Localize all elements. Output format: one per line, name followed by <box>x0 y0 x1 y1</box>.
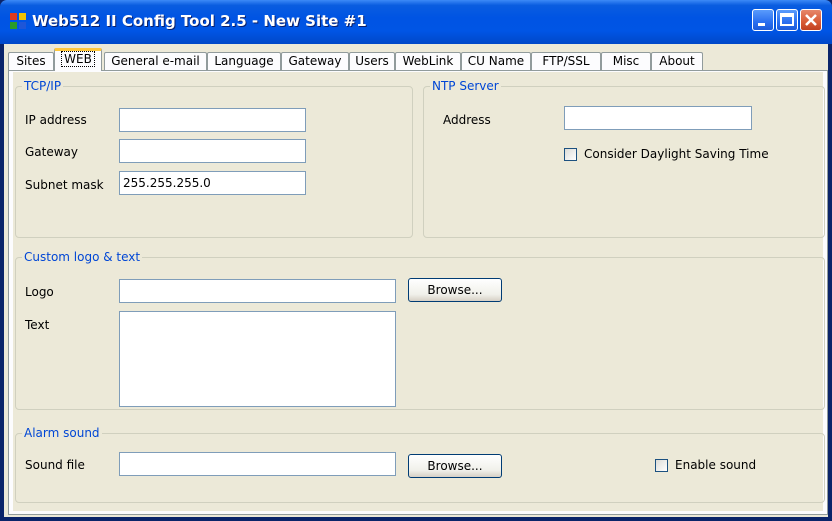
dst-label[interactable]: Consider Daylight Saving Time <box>584 147 769 161</box>
custom-text-area[interactable] <box>119 311 396 407</box>
tab-web-label: WEB <box>61 51 95 67</box>
tab-misc[interactable]: Misc <box>601 52 651 70</box>
tab-panel-web: TCP/IP IP address Gateway Subnet mask 25… <box>8 70 828 515</box>
sound-file-label: Sound file <box>25 458 85 472</box>
ntp-address-input[interactable] <box>564 106 752 130</box>
logo-label: Logo <box>25 285 54 299</box>
tab-web[interactable]: WEB <box>54 48 102 71</box>
close-button[interactable] <box>800 9 822 31</box>
tcpip-group-title: TCP/IP <box>22 79 64 93</box>
tab-cu-name[interactable]: CU Name <box>461 52 531 70</box>
custom-logo-group-title: Custom logo & text <box>22 250 143 264</box>
tab-language[interactable]: Language <box>207 52 281 70</box>
ip-address-input[interactable] <box>119 108 306 132</box>
app-window: Web512 II Config Tool 2.5 - New Site #1 … <box>0 0 832 521</box>
tab-gateway[interactable]: Gateway <box>281 52 349 70</box>
minimize-button[interactable] <box>752 9 774 31</box>
maximize-icon <box>780 13 794 26</box>
ntp-address-label: Address <box>443 113 491 127</box>
ntp-group-title: NTP Server <box>430 79 501 93</box>
alarm-sound-group-title: Alarm sound <box>22 426 102 440</box>
dst-checkbox[interactable] <box>564 148 577 161</box>
logo-browse-button[interactable]: Browse... <box>408 278 502 302</box>
tcpip-group: TCP/IP IP address Gateway Subnet mask 25… <box>15 79 413 238</box>
gateway-input[interactable] <box>119 139 306 163</box>
tab-ftp-ssl[interactable]: FTP/SSL <box>531 52 601 70</box>
tab-strip: Sites WEB General e-mail Language Gatewa… <box>8 48 828 71</box>
tab-users[interactable]: Users <box>349 52 395 70</box>
app-icon[interactable] <box>10 13 26 29</box>
alarm-sound-group: Alarm sound Sound file Browse... Enable … <box>15 426 825 503</box>
close-icon <box>805 14 817 26</box>
ip-address-label: IP address <box>25 113 87 127</box>
enable-sound-label[interactable]: Enable sound <box>675 458 756 472</box>
maximize-button[interactable] <box>776 9 798 31</box>
client-area: Sites WEB General e-mail Language Gatewa… <box>4 44 828 517</box>
logo-path-input[interactable] <box>119 279 396 303</box>
sound-file-input[interactable] <box>119 452 396 476</box>
custom-logo-group: Custom logo & text Logo Browse... Text <box>15 250 825 410</box>
subnet-mask-input[interactable]: 255.255.255.0 <box>119 171 306 195</box>
tab-general-email[interactable]: General e-mail <box>104 52 207 70</box>
minimize-icon <box>758 23 765 26</box>
tab-weblink[interactable]: WebLink <box>395 52 461 70</box>
tab-about[interactable]: About <box>651 52 703 70</box>
subnet-mask-label: Subnet mask <box>25 178 104 192</box>
title-bar[interactable]: Web512 II Config Tool 2.5 - New Site #1 <box>0 0 832 44</box>
ntp-group: NTP Server Address Consider Daylight Sav… <box>423 79 825 238</box>
text-label: Text <box>25 318 50 332</box>
tab-sites[interactable]: Sites <box>8 52 54 70</box>
enable-sound-checkbox[interactable] <box>655 459 668 472</box>
window-title: Web512 II Config Tool 2.5 - New Site #1 <box>32 12 367 30</box>
tab-panel-content: TCP/IP IP address Gateway Subnet mask 25… <box>13 72 825 511</box>
sound-browse-button[interactable]: Browse... <box>408 454 502 478</box>
gateway-label: Gateway <box>25 145 79 159</box>
